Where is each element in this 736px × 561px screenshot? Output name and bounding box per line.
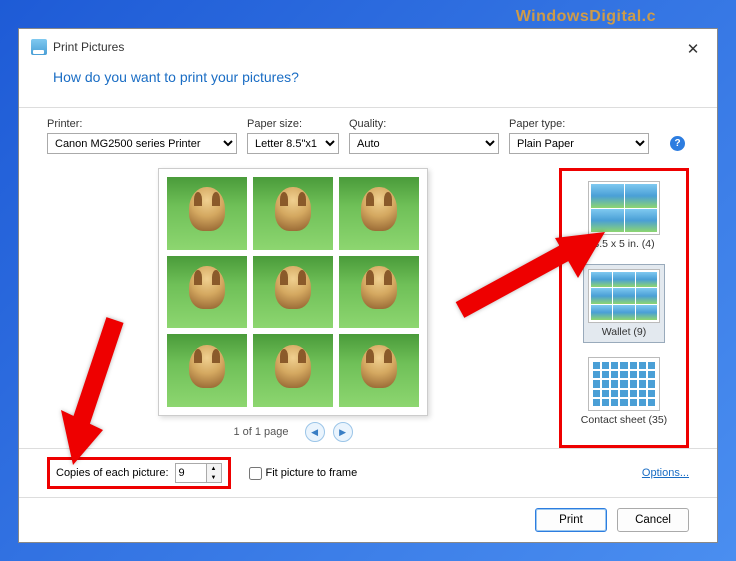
preview-thumb xyxy=(167,177,247,250)
pager: 1 of 1 page ◀ ▶ xyxy=(233,422,352,442)
printer-label: Printer: xyxy=(47,118,237,130)
dialog-title: Print Pictures xyxy=(53,40,124,54)
printer-select[interactable]: Canon MG2500 series Printer xyxy=(47,133,237,154)
copies-group: Copies of each picture: ▲ ▼ xyxy=(47,457,231,489)
layout-label: Contact sheet (35) xyxy=(581,414,667,426)
layout-thumb xyxy=(588,269,660,323)
preview-thumb xyxy=(167,256,247,329)
layout-label: Wallet (9) xyxy=(602,326,647,338)
preview-thumb xyxy=(253,177,333,250)
fit-checkbox-group: Fit picture to frame xyxy=(249,467,358,480)
preview-thumb xyxy=(339,334,419,407)
layout-option[interactable]: Contact sheet (35) xyxy=(577,353,671,430)
watermark-text: WindowsDigital.c xyxy=(516,8,656,26)
copies-input[interactable] xyxy=(176,464,206,482)
printer-icon xyxy=(31,39,47,55)
copies-spinner: ▲ ▼ xyxy=(175,463,222,483)
help-icon[interactable]: ? xyxy=(670,136,685,151)
preview-thumb xyxy=(167,334,247,407)
quality-select[interactable]: Auto xyxy=(349,133,499,154)
print-pictures-dialog: ✕ Print Pictures How do you want to prin… xyxy=(18,28,718,543)
page-preview xyxy=(158,168,428,416)
preview-thumb xyxy=(253,334,333,407)
close-button[interactable]: ✕ xyxy=(683,39,703,59)
fit-label: Fit picture to frame xyxy=(266,467,358,479)
preview-thumb xyxy=(339,256,419,329)
print-button[interactable]: Print xyxy=(535,508,607,532)
preview-thumb xyxy=(339,177,419,250)
page-indicator: 1 of 1 page xyxy=(233,426,288,438)
prev-page-button[interactable]: ◀ xyxy=(305,422,325,442)
layout-label: 3.5 x 5 in. (4) xyxy=(593,238,654,250)
copies-down-button[interactable]: ▼ xyxy=(207,473,221,482)
paper-size-select[interactable]: Letter 8.5"x1 xyxy=(247,133,339,154)
paper-size-label: Paper size: xyxy=(247,118,339,130)
layout-option[interactable]: Wallet (9) xyxy=(583,264,665,343)
print-question: How do you want to print your pictures? xyxy=(53,69,683,85)
paper-type-select[interactable]: Plain Paper xyxy=(509,133,649,154)
next-page-button[interactable]: ▶ xyxy=(333,422,353,442)
fit-checkbox[interactable] xyxy=(249,467,262,480)
title-bar: Print Pictures xyxy=(19,29,717,57)
main-area: 1 of 1 page ◀ ▶ 3.5 x 5 in. (4) Wallet (9… xyxy=(19,162,717,448)
question-bar: How do you want to print your pictures? xyxy=(19,57,717,108)
options-link[interactable]: Options... xyxy=(642,467,689,479)
copies-up-button[interactable]: ▲ xyxy=(207,464,221,473)
layout-pane: 3.5 x 5 in. (4) Wallet (9) Contact sheet (… xyxy=(559,168,689,448)
bottom-row: Copies of each picture: ▲ ▼ Fit picture … xyxy=(19,448,717,497)
button-row: Print Cancel xyxy=(19,497,717,542)
layout-option[interactable]: 3.5 x 5 in. (4) xyxy=(584,177,664,254)
layout-thumb xyxy=(588,181,660,235)
copies-label: Copies of each picture: xyxy=(56,467,169,479)
controls-row: Printer: Canon MG2500 series Printer Pap… xyxy=(19,108,717,162)
cancel-button[interactable]: Cancel xyxy=(617,508,689,532)
quality-label: Quality: xyxy=(349,118,499,130)
layout-thumb xyxy=(588,357,660,411)
preview-pane: 1 of 1 page ◀ ▶ xyxy=(47,168,539,448)
preview-thumb xyxy=(253,256,333,329)
paper-type-label: Paper type: xyxy=(509,118,649,130)
